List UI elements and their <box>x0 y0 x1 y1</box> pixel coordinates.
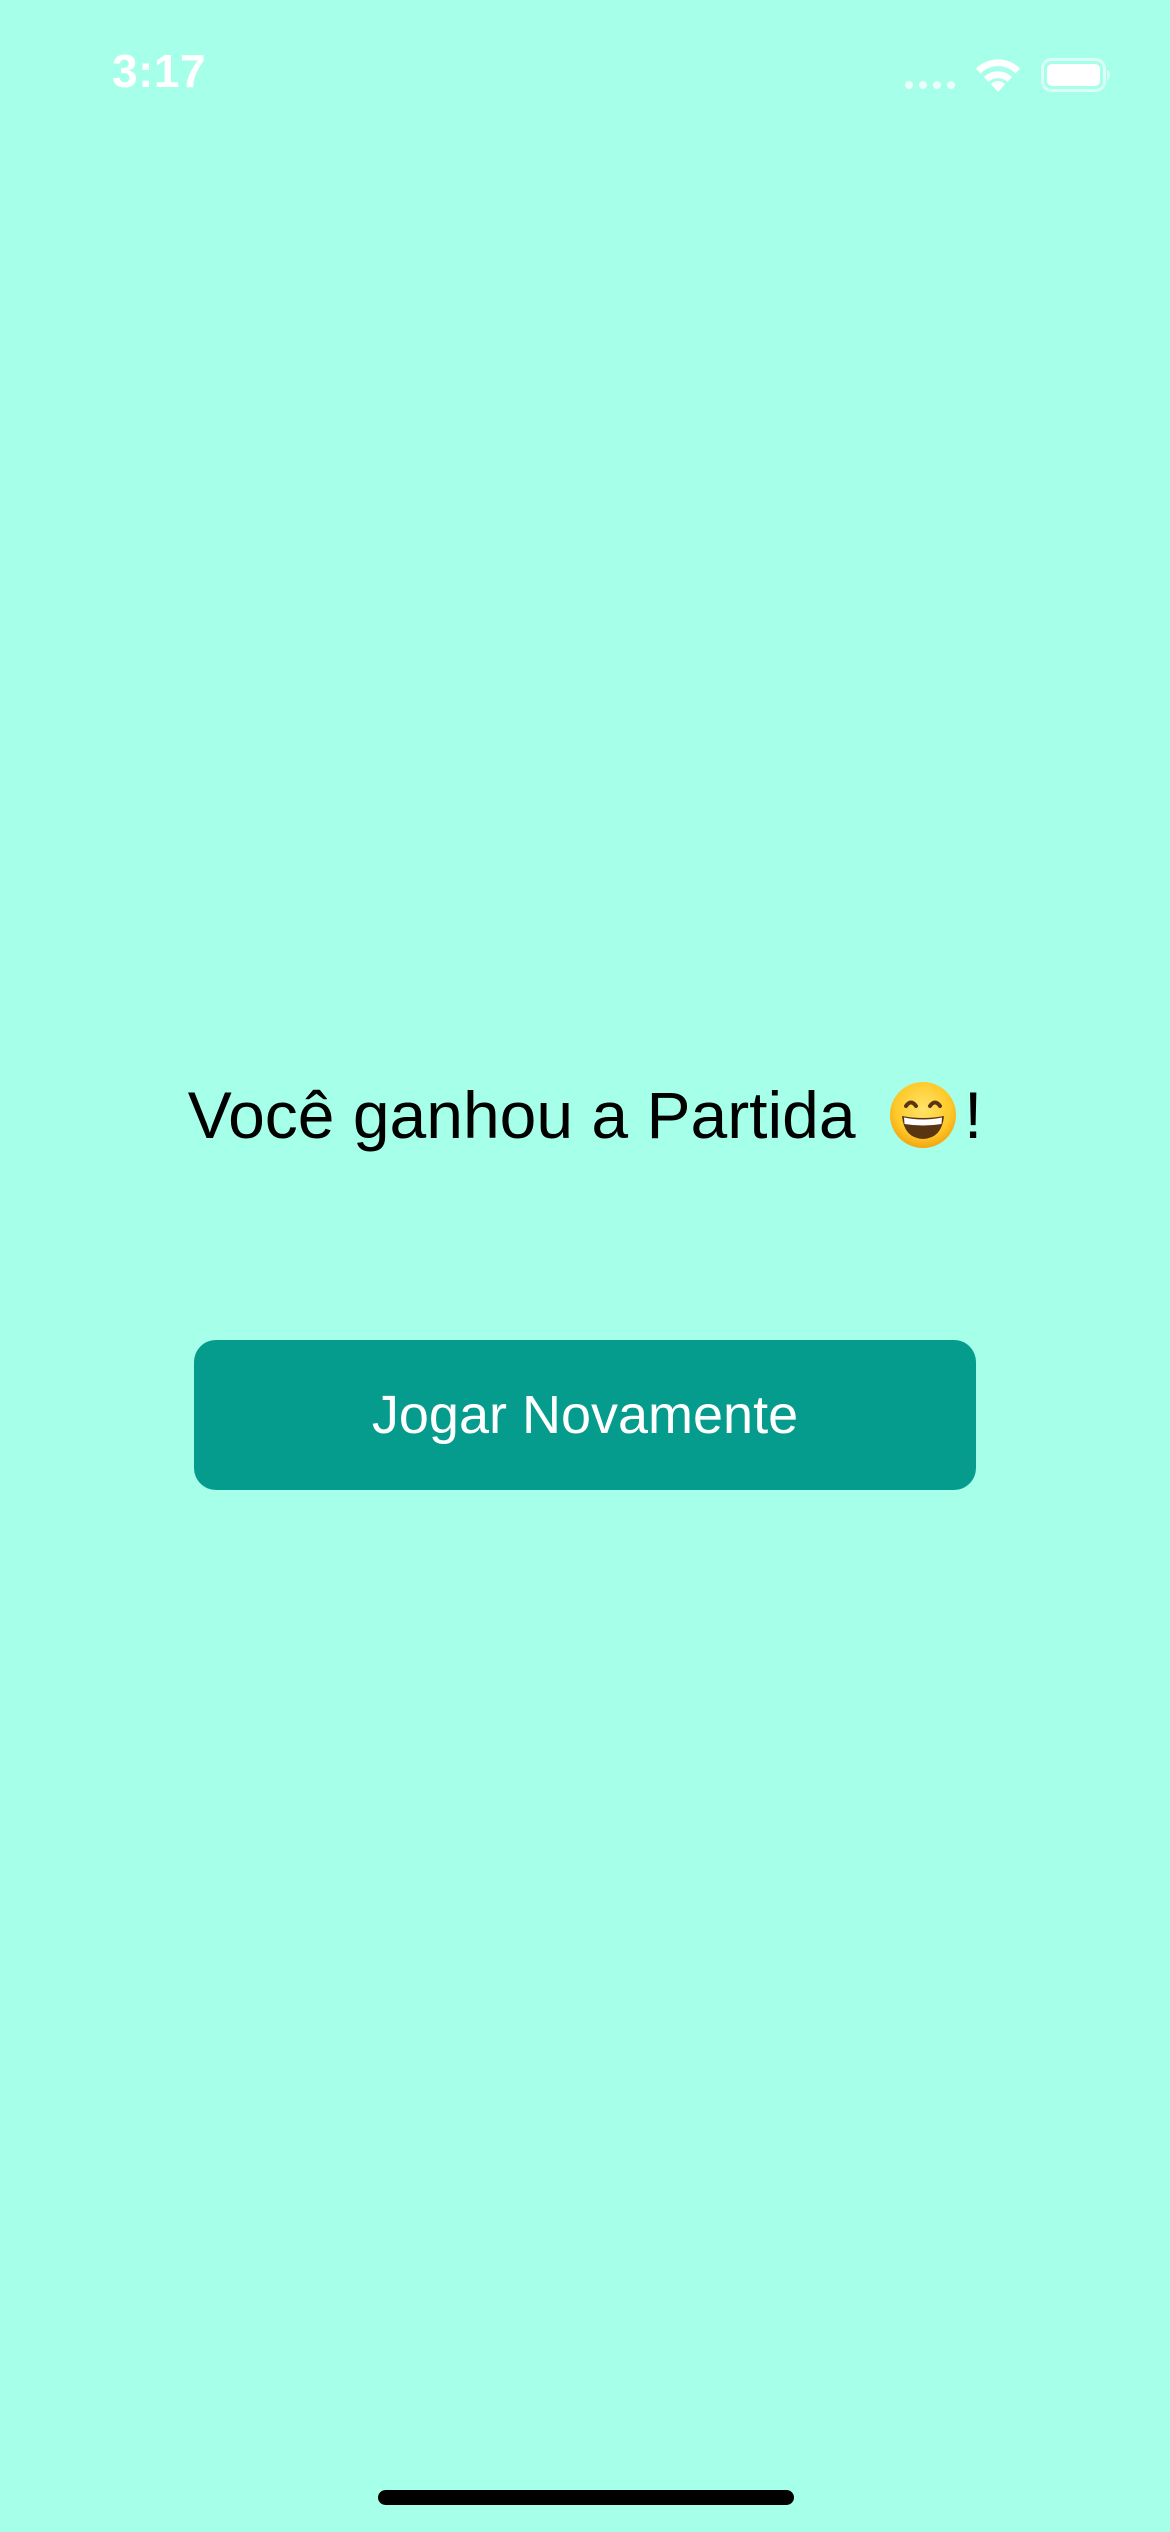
game-result-message: Você ganhou a Partida ! <box>0 1075 1170 1156</box>
grinning-face-icon <box>889 1081 956 1148</box>
status-time: 3:17 <box>112 45 207 97</box>
result-text: Você ganhou a Partida <box>187 1078 856 1152</box>
app-screen: 3:17 Você ganhou a Partida ! Jogar Novam… <box>0 0 1170 2532</box>
home-indicator[interactable] <box>378 2490 794 2505</box>
play-again-button[interactable]: Jogar Novamente <box>194 1340 976 1490</box>
result-exclamation: ! <box>963 1078 983 1152</box>
wifi-icon <box>976 59 1020 92</box>
cellular-signal-icon <box>905 79 957 91</box>
battery-icon <box>1041 58 1110 92</box>
status-bar: 3:17 <box>0 0 1170 150</box>
